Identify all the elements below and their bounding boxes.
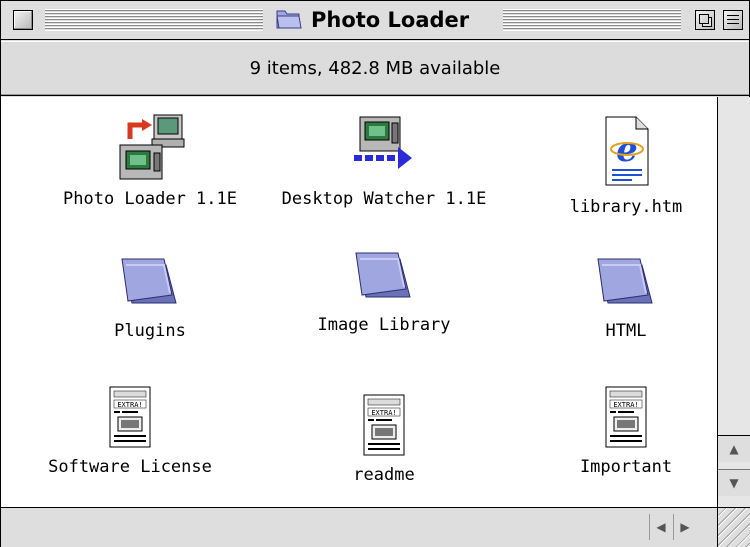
info-bar: 9 items, 482.8 MB available — [1, 41, 749, 96]
internet-explorer-document-icon: e — [590, 111, 662, 195]
file-label: Desktop Watcher 1.1E — [281, 189, 487, 209]
simpletext-document-icon: EXTRA! — [94, 383, 166, 455]
file-item-software-license[interactable]: EXTRA! Software License — [25, 383, 235, 477]
bottom-bar: ◀ ▶ — [1, 507, 750, 547]
file-item-photo-loader[interactable]: Photo Loader 1.1E — [45, 111, 255, 209]
simpletext-document-icon: EXTRA! — [590, 383, 662, 455]
scroll-up-arrow-icon[interactable]: ▲ — [718, 435, 750, 462]
file-item-important[interactable]: EXTRA! Important — [541, 383, 711, 477]
info-bar-bevel — [1, 41, 749, 95]
folder-icon — [348, 237, 420, 313]
folder-icon — [590, 243, 662, 319]
folder-item-plugins[interactable]: Plugins — [45, 243, 255, 341]
collapse-box-button[interactable] — [723, 10, 743, 30]
window-title-text: Photo Loader — [311, 8, 470, 32]
scroll-left-arrow-icon[interactable]: ◀ — [649, 514, 672, 540]
folder-label: HTML — [605, 321, 647, 341]
title-bar-stripes-left — [45, 9, 263, 31]
file-label: Important — [579, 457, 673, 477]
title-bar-stripes-right — [503, 9, 681, 31]
file-item-desktop-watcher[interactable]: Desktop Watcher 1.1E — [269, 111, 499, 209]
close-box-button[interactable] — [13, 10, 33, 30]
scroll-down-arrow-icon[interactable]: ▼ — [718, 469, 750, 496]
zoom-box-button[interactable] — [695, 10, 715, 30]
photo-loader-app-icon — [114, 111, 186, 187]
folder-icon — [114, 243, 186, 319]
title-bar[interactable]: Photo Loader — [1, 1, 749, 40]
file-label: Photo Loader 1.1E — [63, 189, 237, 209]
folder-icon — [275, 6, 303, 34]
svg-text:EXTRA!: EXTRA! — [371, 409, 396, 417]
file-item-readme[interactable]: EXTRA! readme — [269, 391, 499, 485]
file-label: Software License — [48, 457, 212, 477]
file-label: readme — [353, 465, 415, 485]
folder-item-html[interactable]: HTML — [541, 243, 711, 341]
svg-text:e: e — [616, 130, 638, 170]
finder-window: Photo Loader 9 items, 482.8 MB available — [0, 0, 750, 547]
svg-text:EXTRA!: EXTRA! — [117, 401, 142, 409]
folder-label: Image Library — [317, 315, 451, 335]
svg-text:EXTRA!: EXTRA! — [613, 401, 638, 409]
folder-item-image-library[interactable]: Image Library — [269, 237, 499, 335]
window-title: Photo Loader — [269, 6, 476, 34]
resize-grow-box-icon[interactable] — [717, 508, 750, 547]
folder-label: Plugins — [114, 321, 186, 341]
vertical-scrollbar[interactable]: ▲ ▼ — [717, 97, 750, 507]
simpletext-document-icon: EXTRA! — [348, 391, 420, 463]
icon-view[interactable]: Photo Loader 1.1E Desktop Watcher 1.1E e… — [1, 97, 717, 507]
file-item-library-htm[interactable]: e library.htm — [541, 111, 711, 217]
desktop-watcher-app-icon — [348, 111, 420, 187]
file-label: library.htm — [569, 197, 683, 217]
scroll-right-arrow-icon[interactable]: ▶ — [673, 514, 696, 540]
